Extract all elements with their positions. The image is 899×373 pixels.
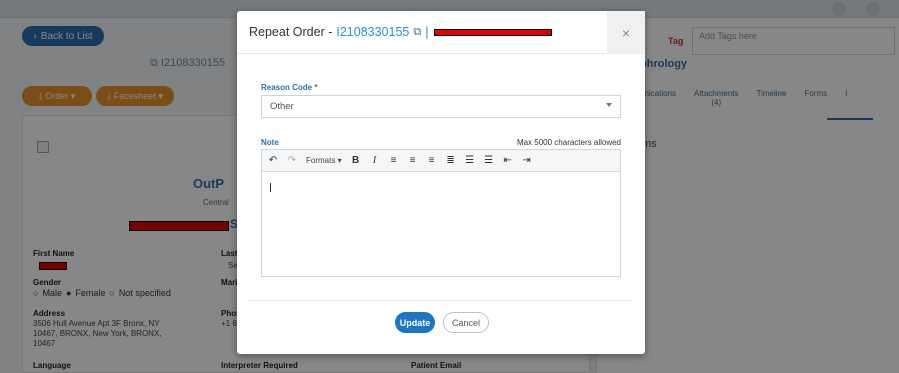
note-rich-text-editor[interactable]: ↶ ↷ Formats ▾ B I ≡ ≡ ≡ ≣ ☰ ☰ ⇤ ⇥ [261,149,621,277]
redacted-patient-name [434,28,553,36]
align-justify-icon[interactable]: ≣ [446,154,456,168]
italic-icon[interactable]: I [370,154,380,168]
cancel-button[interactable]: Cancel [443,312,489,333]
reason-code-label: Reason Code * [261,83,318,92]
bold-icon[interactable]: B [351,154,361,168]
close-button[interactable]: × [607,11,645,54]
modal-footer-divider [249,300,633,301]
note-label: Note [261,138,279,147]
bullet-list-icon[interactable]: ☰ [465,154,475,168]
outdent-icon[interactable]: ⇤ [503,154,513,168]
formats-dropdown[interactable]: Formats ▾ [306,154,342,168]
editor-toolbar: ↶ ↷ Formats ▾ B I ≡ ≡ ≡ ≣ ☰ ☰ ⇤ ⇥ [262,150,620,172]
modal-title: Repeat Order - I2108330155 ⧉ | [249,25,553,39]
repeat-order-modal: Repeat Order - I2108330155 ⧉ | × Reason … [237,11,645,354]
undo-icon[interactable]: ↶ [268,154,278,168]
align-right-icon[interactable]: ≡ [427,154,437,168]
reason-code-select[interactable]: Other [261,95,621,118]
modal-order-id: I2108330155 [336,25,410,39]
chevron-down-icon [606,103,612,107]
numbered-list-icon[interactable]: ☰ [484,154,494,168]
update-button[interactable]: Update [395,312,435,333]
indent-icon[interactable]: ⇥ [522,154,532,168]
text-cursor [270,183,271,192]
close-icon: × [621,24,631,41]
redo-icon[interactable]: ↷ [287,154,297,168]
modal-header: Repeat Order - I2108330155 ⧉ | × [237,11,645,54]
copy-icon[interactable]: ⧉ [413,26,421,39]
max-characters-hint: Max 5000 characters allowed [516,138,621,147]
align-center-icon[interactable]: ≡ [408,154,418,168]
align-left-icon[interactable]: ≡ [389,154,399,168]
